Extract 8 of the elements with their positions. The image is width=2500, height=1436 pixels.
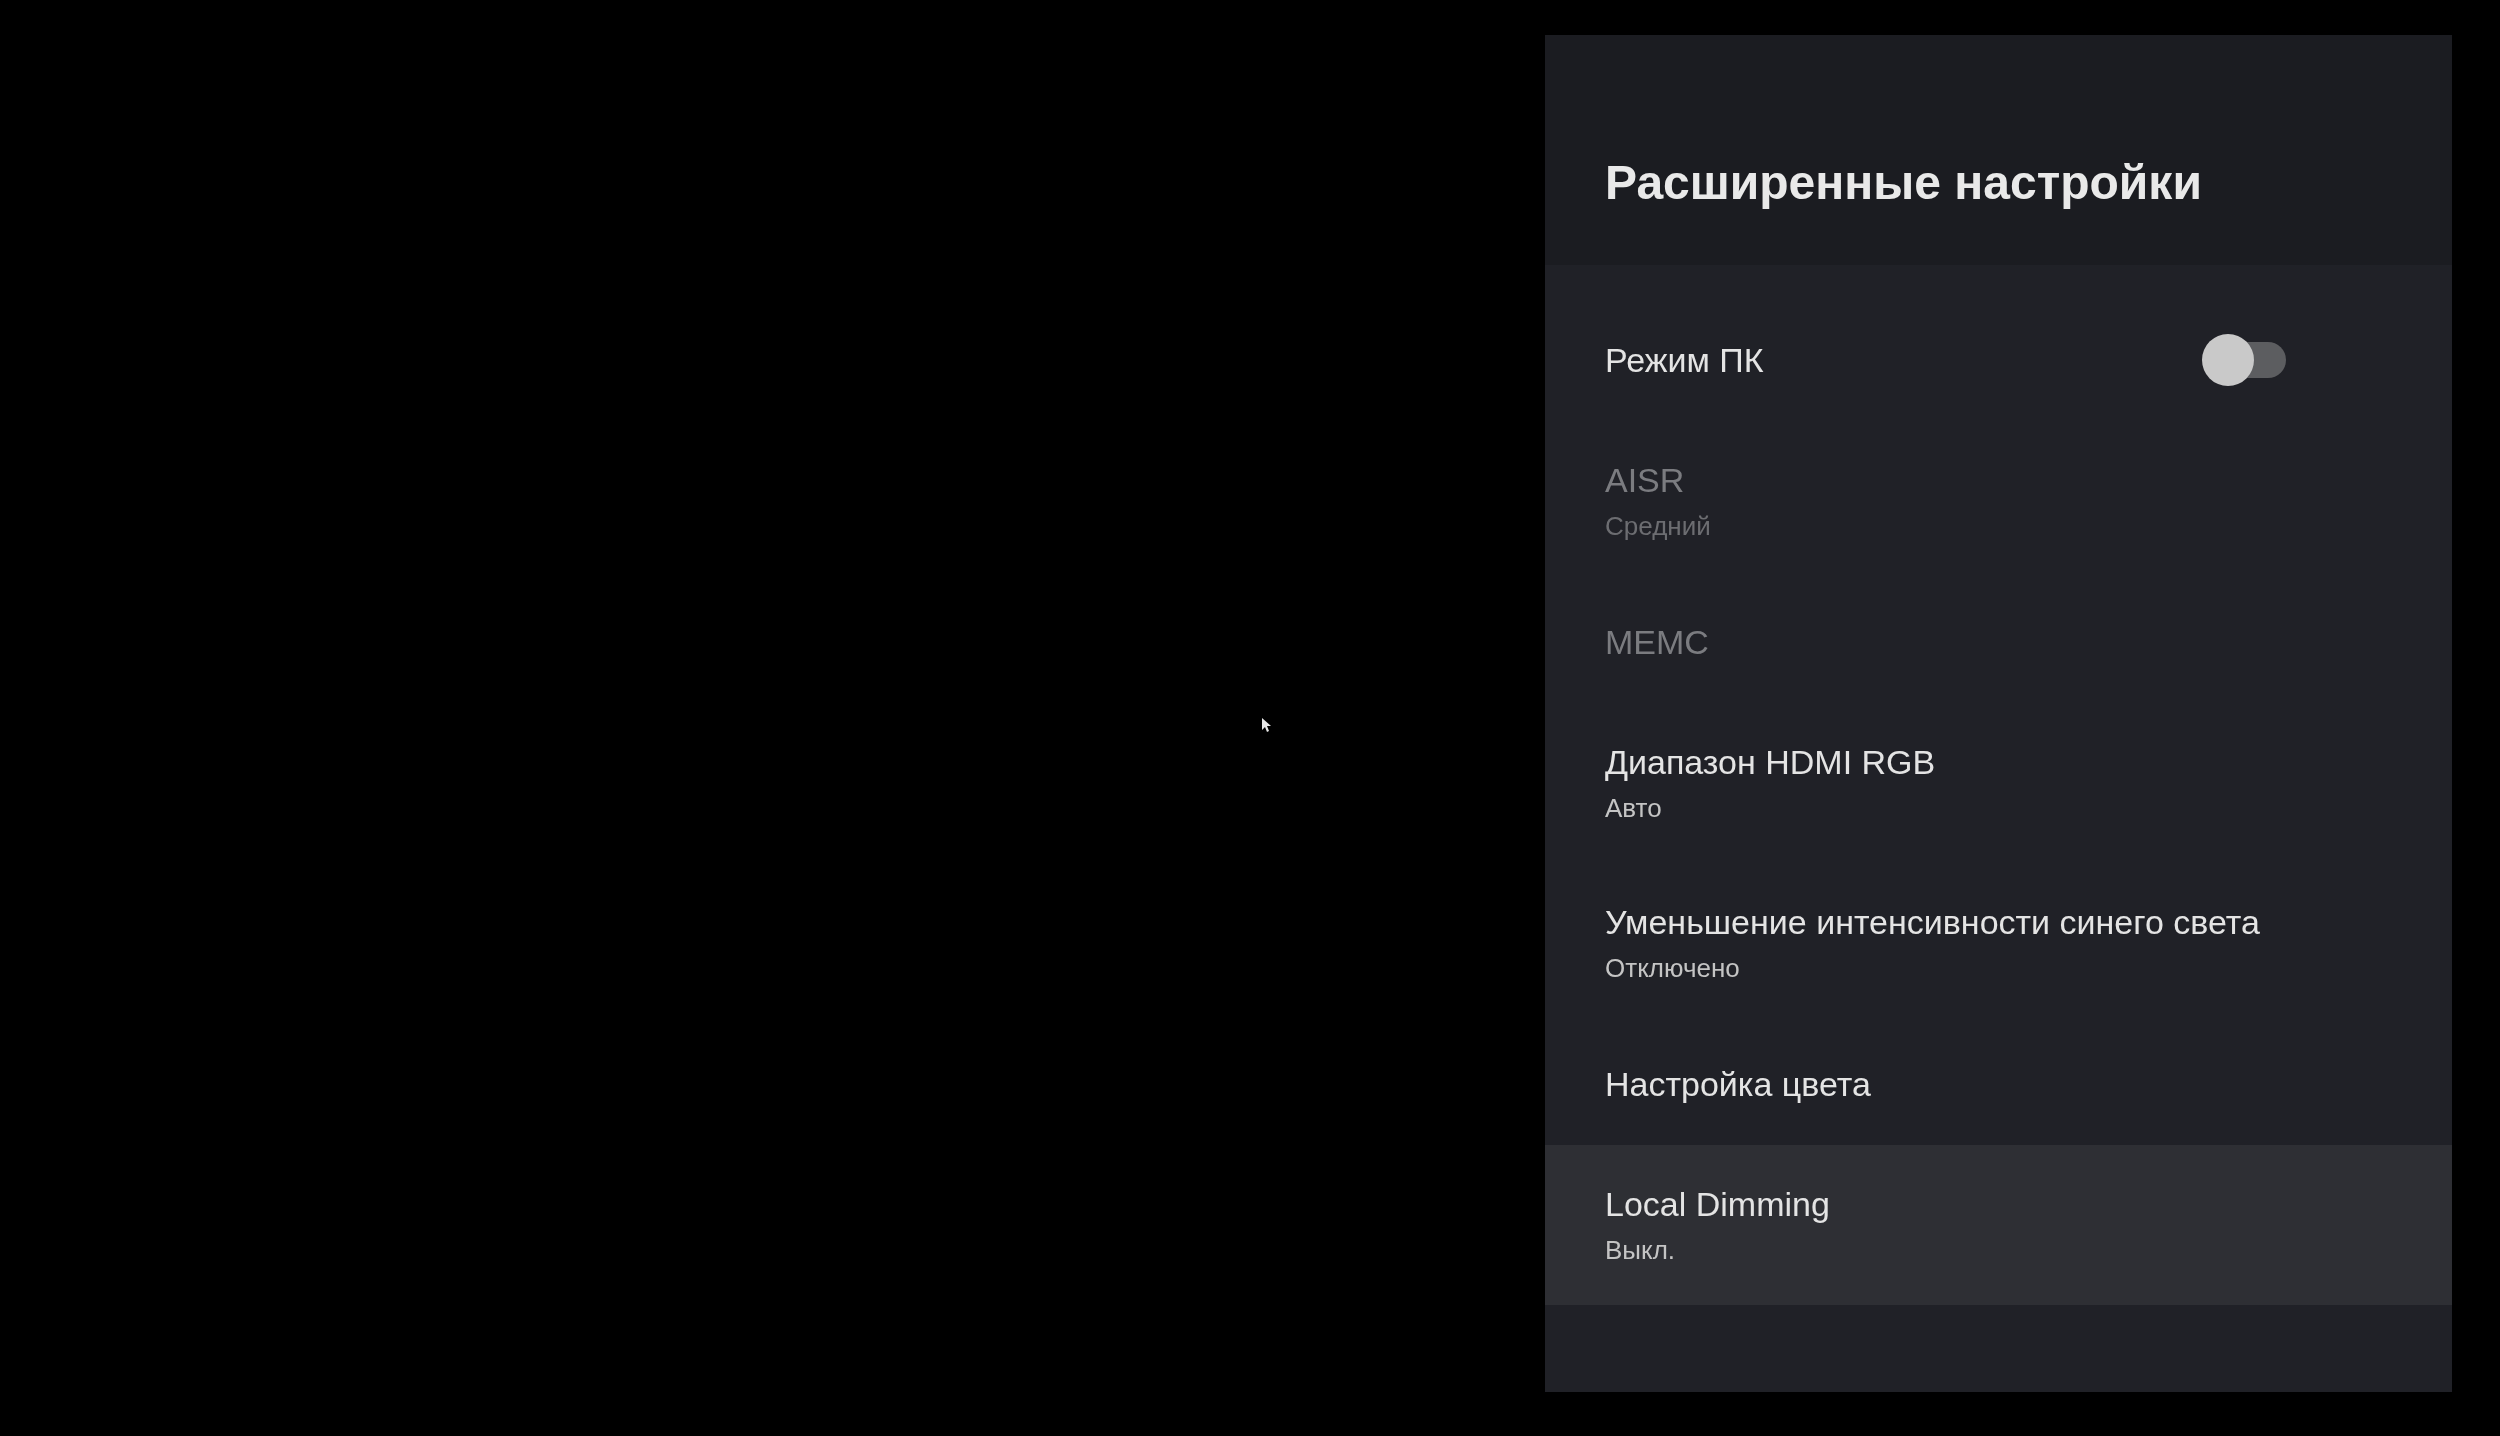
- settings-item[interactable]: Уменьшение интенсивности синего света Отключено: [1545, 863, 2452, 1023]
- settings-item[interactable]: Диапазон HDMI RGB Авто: [1545, 703, 2452, 863]
- toggle-switch[interactable]: [2202, 334, 2286, 386]
- settings-item[interactable]: Настройка цвета: [1545, 1023, 2452, 1145]
- mouse-pointer-icon: [1262, 718, 1272, 732]
- panel-title: Расширенные настройки: [1605, 155, 2202, 211]
- settings-item[interactable]: Режим ПК: [1545, 299, 2452, 421]
- settings-item[interactable]: Local Dimming Выкл.: [1545, 1145, 2452, 1305]
